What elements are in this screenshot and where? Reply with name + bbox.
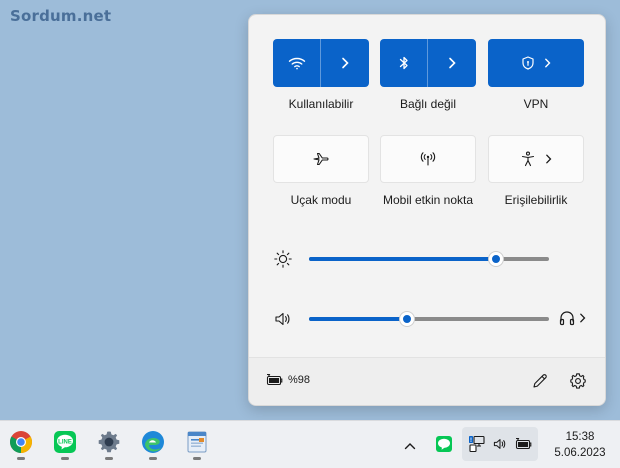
tray-line[interactable] [435,435,453,458]
line-icon: LINE [54,431,76,453]
volume-slider[interactable] [309,317,549,321]
watermark-text: Sordum.net [10,7,112,25]
headphones-icon [559,311,575,326]
bluetooth-expand-button[interactable] [428,39,476,87]
running-indicator [149,457,157,460]
gear-icon [570,373,586,389]
running-indicator [61,457,69,460]
chevron-right-icon [449,57,456,69]
battery-percent: %98 [288,374,311,386]
audio-output-button[interactable] [559,310,586,326]
clock-date: 5.06.2023 [554,447,606,459]
network-volume-battery-group[interactable]: ! [462,427,538,461]
bluetooth-label: Bağlı değil [399,97,457,111]
taskbar-line[interactable]: LINE [51,430,79,460]
hotspot-icon [420,152,436,166]
volume-slider-thumb[interactable] [400,312,415,326]
wifi-tile[interactable] [273,39,369,87]
wifi-expand-button[interactable] [321,39,369,87]
wifi-label: Kullanılabilir [288,97,354,111]
taskbar-settings[interactable] [95,430,123,460]
accessibility-tile[interactable] [488,135,584,183]
bluetooth-toggle[interactable] [380,39,428,87]
vpn-shield-icon [521,56,534,70]
speaker-icon[interactable] [273,309,293,329]
chevron-right-icon [342,57,349,69]
svg-text:!: ! [470,438,472,444]
brightness-slider-row [273,249,593,269]
volume-slider-row [273,309,593,329]
chevron-right-icon [544,58,550,68]
taskbar-chrome[interactable] [7,430,35,460]
airplane-mode-tile[interactable] [273,135,369,183]
chevron-right-icon [580,313,586,323]
accessibility-label: Erişilebilirlik [504,193,568,207]
airplane-mode-label: Uçak modu [290,193,352,207]
battery-status[interactable]: %98 [265,374,310,386]
bluetooth-tile[interactable] [380,39,476,87]
volume-slider-fill [309,317,408,321]
vpn-label: VPN [523,97,549,111]
all-settings-button[interactable] [569,372,587,395]
network-icon: ! [469,435,485,453]
edit-quick-settings-button[interactable] [531,372,549,395]
running-indicator [17,457,25,460]
quick-settings-footer: %98 [249,357,605,405]
wifi-icon [288,57,305,70]
clock[interactable]: 15:38 5.06.2023 [548,429,612,461]
pencil-icon [533,374,547,388]
taskbar-edge[interactable] [139,430,167,460]
running-indicator [193,457,201,460]
accessibility-icon [521,151,534,167]
chevron-right-icon [545,154,551,164]
clock-time: 15:38 [565,431,595,443]
running-indicator [105,457,113,460]
battery-charging-icon [266,374,283,386]
brightness-slider-fill [309,257,497,261]
brightness-icon [274,250,292,268]
edge-icon [142,431,164,453]
vpn-tile[interactable] [488,39,584,87]
app-icon [187,431,207,453]
settings-icon [98,431,120,453]
mobile-hotspot-tile[interactable] [380,135,476,183]
volume-tray-icon [493,439,506,449]
chrome-icon [10,431,32,453]
chevron-up-icon [404,443,416,450]
svg-text:LINE: LINE [58,439,72,445]
mobile-hotspot-label: Mobil etkin nokta [382,193,474,207]
airplane-icon [313,152,329,166]
brightness-slider-thumb[interactable] [489,252,504,266]
quick-settings-panel: Kullanılabilir Bağlı değil VPN Uçak modu [248,14,606,406]
bluetooth-icon [399,56,408,70]
show-hidden-icons-button[interactable] [404,438,416,456]
battery-tray-icon [515,438,532,450]
line-tray-icon [436,436,452,452]
wifi-toggle[interactable] [273,39,321,87]
taskbar-app[interactable] [183,430,211,460]
taskbar: LINE ! 15:38 5.06.2023 [0,420,620,468]
brightness-slider[interactable] [309,257,549,261]
